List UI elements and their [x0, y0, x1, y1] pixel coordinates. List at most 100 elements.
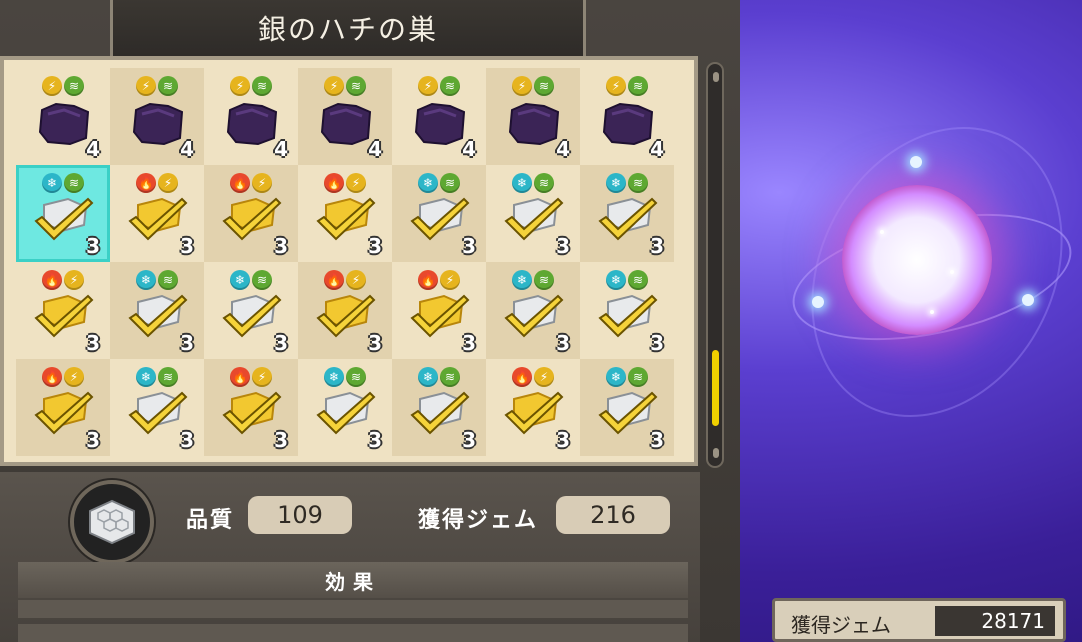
silver-honeycomb-icon [34, 195, 94, 245]
ice-icon: ❄ [230, 270, 250, 290]
wind-icon: ≋ [534, 173, 554, 193]
grid-cell[interactable]: ❄ ≋ 3 [110, 359, 204, 456]
grid-cell[interactable]: 🔥 ⚡ 3 [392, 262, 486, 359]
item-count: 3 [368, 234, 382, 258]
fire-icon: 🔥 [512, 367, 532, 387]
grid-cell[interactable]: ⚡ ≋ 4 [580, 68, 674, 165]
grid-cell[interactable]: 🔥 ⚡ 3 [298, 262, 392, 359]
bolt-icon: ⚡ [230, 76, 250, 96]
grid-cell[interactable]: 🔥 ⚡ 3 [16, 262, 110, 359]
silver-honeycomb-icon [128, 389, 188, 439]
window-title: 銀のハチの巣 [257, 13, 438, 46]
element-badges: ⚡ ≋ [324, 76, 366, 96]
grid-cell[interactable]: 🔥 ⚡ 3 [204, 165, 298, 262]
element-badges: ❄ ≋ [136, 270, 178, 290]
wind-icon: ≋ [440, 367, 460, 387]
grid-cell[interactable]: 🔥 ⚡ 3 [110, 165, 204, 262]
wind-icon: ≋ [628, 367, 648, 387]
selected-item-thumbnail [70, 480, 154, 564]
item-count: 3 [86, 331, 100, 355]
grid-cell[interactable]: ❄ ≋ 3 [580, 359, 674, 456]
element-badges: ❄ ≋ [42, 173, 84, 193]
item-count: 3 [650, 234, 664, 258]
wind-icon: ≋ [440, 173, 460, 193]
title-plate: 銀のハチの巣 [110, 0, 586, 59]
grid-cell[interactable]: 🔥 ⚡ 3 [204, 359, 298, 456]
wind-icon: ≋ [346, 367, 366, 387]
wind-icon: ≋ [158, 270, 178, 290]
grid-cell[interactable]: ⚡ ≋ 4 [110, 68, 204, 165]
element-badges: ❄ ≋ [230, 270, 272, 290]
item-grid: ⚡ ≋ 4 ⚡ ≋ 4 ⚡ ≋ 4 ⚡ ≋ 4 ⚡ ≋ 4 ⚡ ≋ 4 ⚡ ≋ 4 ❄ ≋ 3 🔥 ⚡ 3 🔥 ⚡ 3 🔥 ⚡ 3 ❄ ≋ 3 ❄ ≋ 3 ❄… [16, 68, 674, 456]
orbit-node [812, 296, 824, 308]
sparkle [950, 270, 954, 274]
bolt-icon: ⚡ [136, 76, 156, 96]
wind-icon: ≋ [64, 76, 84, 96]
grid-cell[interactable]: ❄ ≋ 3 [110, 262, 204, 359]
grid-cell[interactable]: ⚡ ≋ 4 [298, 68, 392, 165]
item-count: 3 [368, 331, 382, 355]
silver-honeycomb-icon [598, 195, 658, 245]
grid-cell[interactable]: ❄ ≋ 3 [298, 359, 392, 456]
effect-row [18, 600, 688, 618]
item-count: 4 [462, 137, 476, 161]
ice-icon: ❄ [136, 270, 156, 290]
gold-honeycomb-icon [222, 195, 282, 245]
item-count: 3 [274, 331, 288, 355]
bolt-icon: ⚡ [346, 270, 366, 290]
fire-icon: 🔥 [230, 173, 250, 193]
grid-cell[interactable]: ⚡ ≋ 4 [204, 68, 298, 165]
grid-cell[interactable]: ❄ ≋ 3 [392, 165, 486, 262]
item-count: 3 [86, 428, 100, 452]
grid-cell[interactable]: ⚡ ≋ 4 [486, 68, 580, 165]
background-orb-scene [760, 80, 1082, 462]
wind-icon: ≋ [346, 76, 366, 96]
grid-cell[interactable]: ❄ ≋ 3 [486, 262, 580, 359]
effect-label: 効果 [325, 569, 381, 594]
grid-cell[interactable]: ❄ ≋ 3 [16, 165, 110, 262]
element-badges: 🔥 ⚡ [512, 367, 554, 387]
grid-cell[interactable]: ⚡ ≋ 4 [16, 68, 110, 165]
ice-icon: ❄ [512, 173, 532, 193]
element-badges: ⚡ ≋ [42, 76, 84, 96]
wind-icon: ≋ [628, 173, 648, 193]
grid-cell[interactable]: ❄ ≋ 3 [580, 262, 674, 359]
element-badges: ❄ ≋ [136, 367, 178, 387]
gems-value: 216 [556, 496, 670, 534]
scroll-down-cap [713, 448, 719, 458]
element-badges: ⚡ ≋ [136, 76, 178, 96]
sparkle [930, 310, 934, 314]
gold-honeycomb-icon [34, 389, 94, 439]
element-badges: 🔥 ⚡ [324, 270, 366, 290]
ice-icon: ❄ [42, 173, 62, 193]
grid-cell[interactable]: ❄ ≋ 3 [486, 165, 580, 262]
total-gems-value: 28171 [935, 606, 1055, 636]
grid-cell[interactable]: 🔥 ⚡ 3 [486, 359, 580, 456]
bolt-icon: ⚡ [440, 270, 460, 290]
fire-icon: 🔥 [418, 270, 438, 290]
grid-cell[interactable]: ❄ ≋ 3 [204, 262, 298, 359]
dark-chunk-icon [128, 98, 188, 148]
wind-icon: ≋ [628, 76, 648, 96]
grid-scrollbar[interactable] [706, 62, 724, 468]
gold-honeycomb-icon [410, 292, 470, 342]
element-badges: 🔥 ⚡ [136, 173, 178, 193]
item-count: 3 [650, 428, 664, 452]
gold-honeycomb-icon [504, 389, 564, 439]
grid-cell[interactable]: ❄ ≋ 3 [392, 359, 486, 456]
wind-icon: ≋ [64, 173, 84, 193]
element-badges: 🔥 ⚡ [418, 270, 460, 290]
bolt-icon: ⚡ [252, 173, 272, 193]
grid-cell[interactable]: ❄ ≋ 3 [580, 165, 674, 262]
element-badges: ⚡ ≋ [418, 76, 460, 96]
element-badges: 🔥 ⚡ [42, 270, 84, 290]
silver-honeycomb-icon [222, 292, 282, 342]
grid-cell[interactable]: 🔥 ⚡ 3 [16, 359, 110, 456]
quality-value: 109 [248, 496, 352, 534]
element-badges: ❄ ≋ [418, 367, 460, 387]
grid-cell[interactable]: 🔥 ⚡ 3 [298, 165, 392, 262]
silver-honeycomb-icon [410, 195, 470, 245]
ice-icon: ❄ [606, 270, 626, 290]
scroll-thumb[interactable] [712, 350, 719, 426]
grid-cell[interactable]: ⚡ ≋ 4 [392, 68, 486, 165]
